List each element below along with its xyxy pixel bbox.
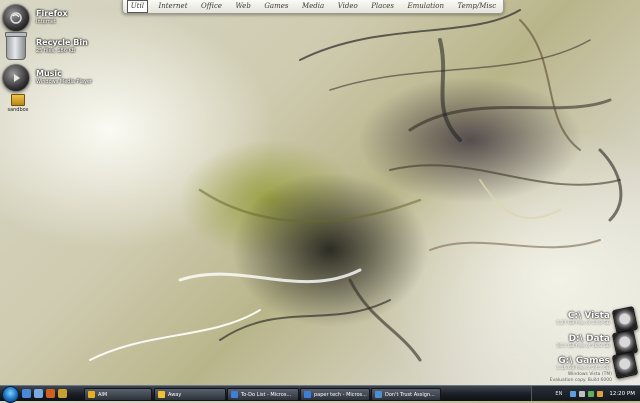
taskbar-button-dont-trust[interactable]: Don't Trust Assign... bbox=[371, 388, 441, 401]
music-title: Music bbox=[36, 69, 62, 78]
sandbox-label: sandbox bbox=[7, 107, 29, 113]
drive-d-title: D:\ Data bbox=[568, 334, 610, 344]
launcher-item-util[interactable]: Util bbox=[126, 0, 148, 13]
watermark-line-2: Evaluation copy. Build 6000 bbox=[549, 378, 612, 383]
launcher-bar: Util Internet Office Web Games Media Vid… bbox=[122, 0, 504, 14]
taskbar-button-label: To-Do List - Micros... bbox=[241, 391, 292, 398]
system-tray: EN 12:20 PM bbox=[531, 386, 640, 401]
document-icon bbox=[375, 391, 382, 398]
evaluation-watermark: Windows Vista (TM) Evaluation copy. Buil… bbox=[550, 372, 612, 384]
firefox-orb-icon bbox=[2, 4, 30, 32]
show-desktop-icon[interactable] bbox=[22, 389, 31, 398]
desktop-icon-firefox[interactable]: Firefox Internet bbox=[2, 4, 68, 32]
launcher-item-web[interactable]: Web bbox=[233, 1, 254, 12]
taskbar-button-aim[interactable]: AIM bbox=[84, 388, 152, 401]
taskbar-button-paper-tech[interactable]: paper tech - Micros... bbox=[300, 388, 370, 401]
launcher-item-office[interactable]: Office bbox=[198, 1, 225, 12]
security-icon[interactable] bbox=[588, 390, 595, 397]
quick-launch bbox=[22, 389, 67, 398]
taskbar: AIM Away To-Do List - Micros... paper te… bbox=[0, 385, 640, 403]
play-orb-icon bbox=[2, 64, 30, 92]
drive-g-title: G:\ Games bbox=[558, 356, 610, 366]
launcher-item-emulation[interactable]: Emulation bbox=[405, 1, 447, 12]
taskbar-button-label: Don't Trust Assign... bbox=[385, 391, 435, 398]
drive-c-usage: 5.27 GB free of 33.8 GB bbox=[556, 321, 610, 326]
clock[interactable]: 12:20 PM bbox=[609, 391, 635, 397]
firefox-title: Firefox bbox=[36, 9, 68, 18]
wallpaper-artwork bbox=[89, 9, 623, 362]
aim-icon bbox=[88, 391, 95, 398]
word-icon bbox=[304, 391, 311, 398]
drive-d-usage: 16.1 GB free of 48.8 GB bbox=[556, 344, 610, 349]
word-icon bbox=[231, 391, 238, 398]
firefox-subtitle: Internet bbox=[36, 19, 56, 25]
taskbar-button-todo[interactable]: To-Do List - Micros... bbox=[227, 388, 299, 401]
language-indicator[interactable]: EN bbox=[555, 391, 562, 397]
switch-windows-icon[interactable] bbox=[34, 389, 43, 398]
recycle-bin-subtitle: 25 files, 186 KB bbox=[36, 48, 76, 54]
tray-app-icon[interactable] bbox=[597, 390, 604, 397]
taskbar-button-label: Away bbox=[168, 391, 182, 398]
folder-quick-icon[interactable] bbox=[58, 389, 67, 398]
music-subtitle: Windows Media Player bbox=[36, 79, 93, 85]
desktop-icon-sandbox[interactable]: sandbox bbox=[6, 94, 30, 113]
taskbar-button-label: paper tech - Micros... bbox=[314, 391, 367, 398]
drive-widget-d[interactable]: D:\ Data 16.1 GB free of 48.8 GB bbox=[556, 328, 639, 358]
taskbar-button-away[interactable]: Away bbox=[154, 388, 226, 401]
taskbar-button-label: AIM bbox=[98, 391, 108, 398]
recycle-bin-title: Recycle Bin bbox=[36, 38, 88, 47]
desktop-icon-recycle-bin[interactable]: Recycle Bin 25 files, 186 KB bbox=[2, 32, 88, 60]
hard-drive-icon bbox=[611, 350, 639, 380]
desktop-icon-music[interactable]: Music Windows Media Player bbox=[2, 64, 92, 92]
away-icon bbox=[158, 391, 165, 398]
launcher-item-video[interactable]: Video bbox=[335, 1, 361, 12]
launcher-item-temp-misc[interactable]: Temp/Misc bbox=[454, 1, 499, 12]
launcher-item-internet[interactable]: Internet bbox=[155, 1, 190, 12]
recycle-bin-icon bbox=[5, 32, 27, 60]
start-button[interactable] bbox=[2, 386, 19, 403]
drive-c-title: C:\ Vista bbox=[567, 311, 610, 321]
volume-icon[interactable] bbox=[579, 390, 586, 397]
drive-widget-c[interactable]: C:\ Vista 5.27 GB free of 33.8 GB bbox=[556, 305, 639, 335]
network-icon[interactable] bbox=[570, 390, 577, 397]
folder-icon bbox=[11, 94, 25, 106]
firefox-quick-icon[interactable] bbox=[46, 389, 55, 398]
launcher-item-places[interactable]: Places bbox=[368, 1, 397, 12]
launcher-item-games[interactable]: Games bbox=[261, 1, 291, 12]
launcher-item-media[interactable]: Media bbox=[299, 1, 327, 12]
